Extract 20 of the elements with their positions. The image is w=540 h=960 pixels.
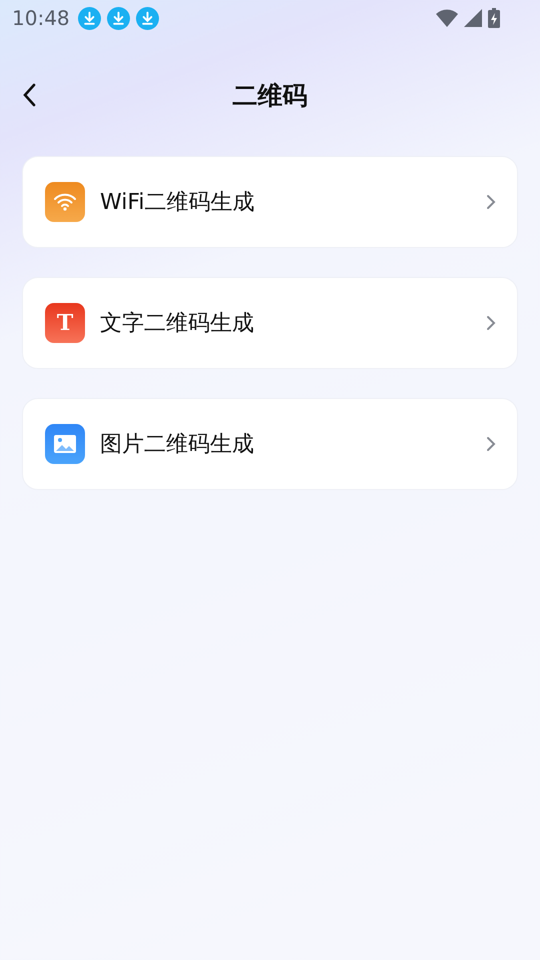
text-icon: T [45, 303, 85, 343]
menu-label: 图片二维码生成 [100, 431, 255, 459]
image-icon [45, 424, 85, 464]
battery-icon [488, 8, 500, 28]
menu-label: WiFi二维码生成 [100, 189, 256, 217]
wifi-icon [45, 182, 85, 222]
chevron-icon [485, 314, 497, 332]
menu-card[interactable]: WiFi二维码生成 [22, 156, 518, 248]
cell-signal-icon [464, 9, 482, 27]
page-title: 二维码 [232, 80, 308, 112]
menu-card[interactable]: T 文字二维码生成 [22, 277, 518, 369]
chevron-icon [485, 193, 497, 211]
download-icon [106, 6, 130, 30]
status-time: 10:48 [12, 6, 70, 30]
download-icon [136, 6, 159, 30]
menu-label: 文字二维码生成 [100, 310, 255, 338]
wifi-signal-icon [436, 9, 458, 27]
menu-card[interactable]: 图片二维码生成 [22, 398, 518, 490]
download-icon [78, 6, 101, 30]
chevron-icon [485, 435, 497, 453]
